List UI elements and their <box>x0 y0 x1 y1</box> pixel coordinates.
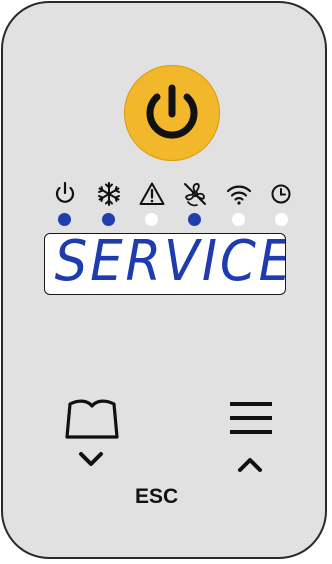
chevron-down-icon <box>79 452 103 466</box>
segment-display: SERVICE <box>44 233 286 295</box>
wifi-icon <box>225 180 253 208</box>
down-button[interactable] <box>77 450 105 475</box>
power-icon <box>146 84 198 139</box>
led-clock <box>275 213 288 226</box>
led-standby <box>58 213 71 226</box>
led-fan <box>188 213 201 226</box>
esc-button[interactable]: ESC <box>135 485 178 509</box>
menu-button[interactable] <box>228 400 274 443</box>
standby-icon <box>51 180 79 208</box>
book-icon <box>65 399 119 439</box>
chevron-up-icon <box>238 458 262 472</box>
display-text: SERVICE <box>54 233 286 294</box>
led-alarm <box>145 213 158 226</box>
power-button[interactable] <box>124 65 220 161</box>
book-button[interactable] <box>63 398 121 445</box>
snowflake-icon <box>95 180 123 208</box>
led-cooling <box>102 213 115 226</box>
led-wifi <box>232 213 245 226</box>
status-icon-row <box>0 180 332 210</box>
up-button[interactable] <box>236 454 264 479</box>
menu-icon <box>230 402 272 434</box>
warning-icon <box>138 180 166 208</box>
fan-off-icon <box>181 180 209 208</box>
clock-icon <box>267 180 295 208</box>
